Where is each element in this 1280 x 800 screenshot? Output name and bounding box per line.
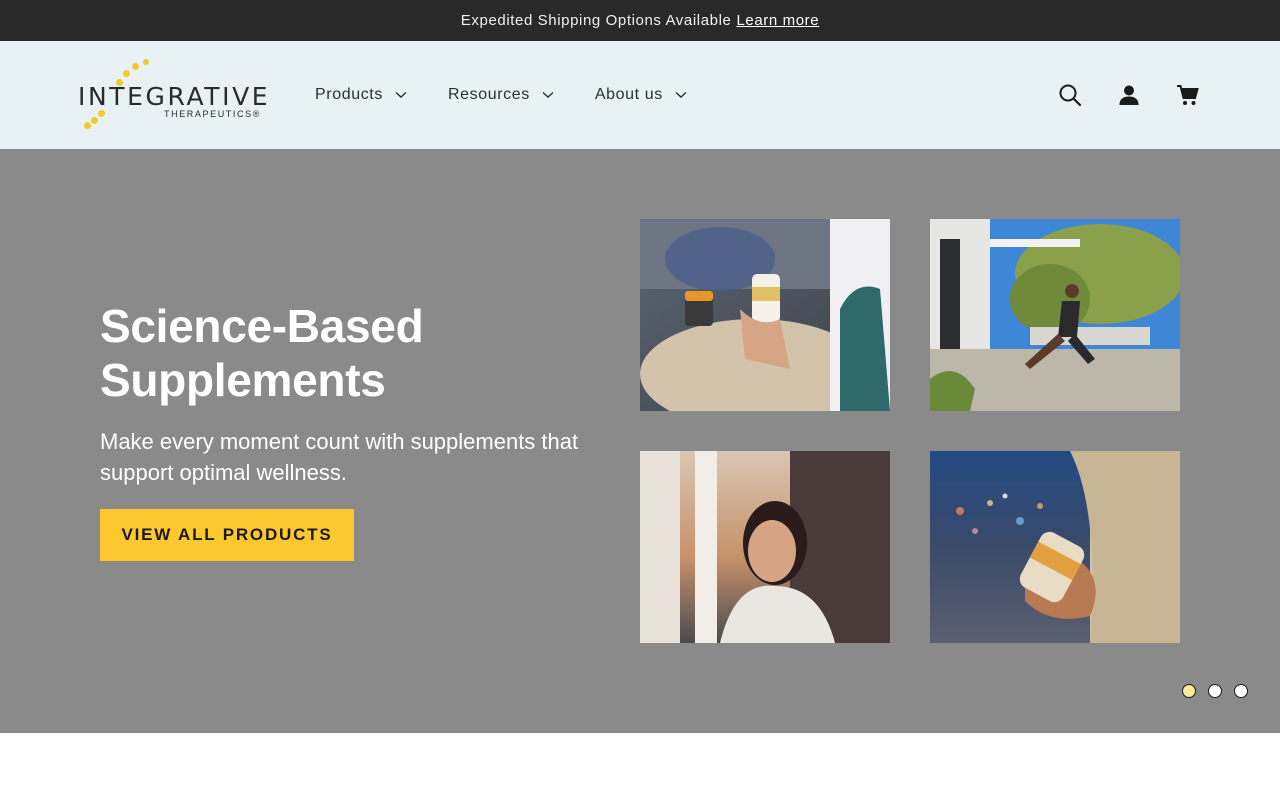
header-icons [1025, 41, 1202, 149]
hero-image-consultation [640, 219, 890, 411]
logo-dot [84, 122, 91, 129]
search-icon[interactable] [1056, 81, 1084, 109]
nav-item-label: About us [594, 86, 663, 103]
view-all-products-button[interactable]: VIEW ALL PRODUCTS [100, 509, 354, 561]
hero-image-portrait [640, 451, 890, 643]
cart-icon[interactable] [1174, 81, 1202, 109]
hero-image-yoga [930, 219, 1180, 411]
main-nav: Products Resources About us [315, 41, 728, 149]
chevron-down-icon [395, 89, 407, 101]
nav-item-about-us[interactable]: About us [595, 86, 687, 104]
logo-dot [143, 59, 149, 65]
logo-wordmark: INTEGRATIVE [78, 82, 271, 111]
announcement-text: Expedited Shipping Options Available [460, 12, 732, 29]
logo-dot [98, 110, 105, 117]
chevron-down-icon [542, 89, 554, 101]
chevron-down-icon [675, 89, 687, 101]
announcement-bar: Expedited Shipping Options Available Lea… [0, 0, 1280, 41]
learn-more-link[interactable]: Learn more [736, 12, 819, 29]
hero-banner: Science-Based Supplements Make every mom… [0, 149, 1280, 733]
nav-item-label: Products [315, 86, 383, 103]
integrative-therapeutics-logo[interactable]: INTEGRATIVE THERAPEUTICS® [76, 57, 276, 133]
logo-dot [123, 70, 130, 77]
slider-dot-2[interactable] [1208, 684, 1222, 698]
logo-dot [132, 63, 139, 70]
hero-subtitle: Make every moment count with supplements… [100, 429, 579, 485]
logo-subtitle: THERAPEUTICS® [164, 109, 261, 119]
nav-item-resources[interactable]: Resources [448, 86, 554, 104]
hero-title: Science-Based Supplements [100, 300, 424, 406]
nav-item-label: Resources [447, 86, 530, 103]
slider-dots [1182, 684, 1260, 698]
logo-dot [91, 117, 98, 124]
site-header: INTEGRATIVE THERAPEUTICS® Products Resou… [0, 41, 1280, 149]
nav-item-products[interactable]: Products [315, 86, 407, 104]
account-icon[interactable] [1115, 81, 1143, 109]
hero-image-bottle-night [930, 451, 1180, 643]
slider-dot-3[interactable] [1234, 684, 1248, 698]
slider-dot-1[interactable] [1182, 684, 1196, 698]
